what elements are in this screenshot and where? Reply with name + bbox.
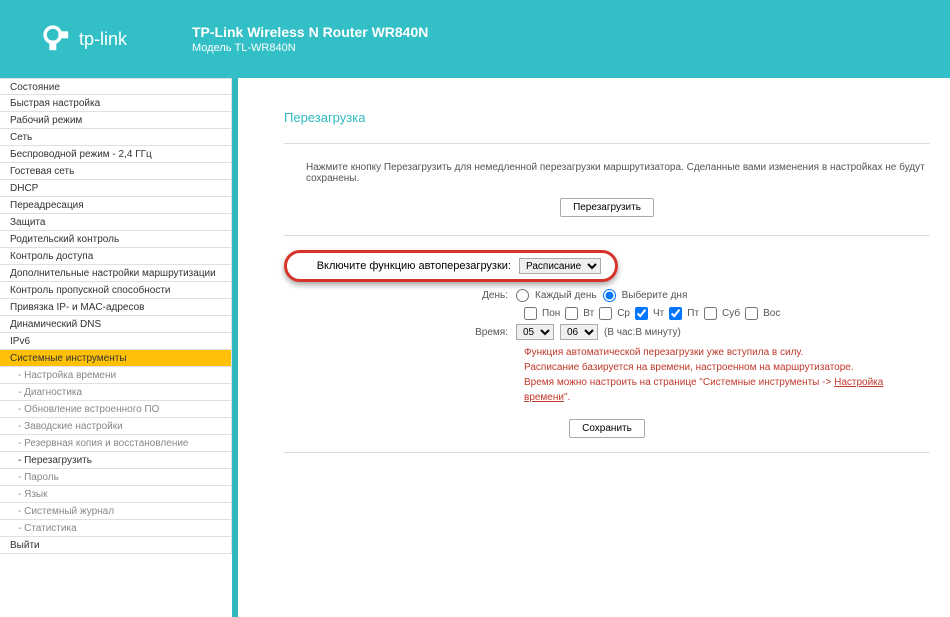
sidebar-item-status[interactable]: Состояние (0, 78, 232, 95)
day-tue-label: Вт (583, 308, 594, 319)
day-fri-checkbox[interactable] (669, 307, 682, 320)
day-select-label: Выберите дня (622, 290, 688, 301)
day-wed-checkbox[interactable] (599, 307, 612, 320)
product-title: TP-Link Wireless N Router WR840N (192, 24, 428, 40)
day-sun-checkbox[interactable] (745, 307, 758, 320)
day-everyday-radio[interactable] (516, 289, 529, 302)
autoreboot-mode-select[interactable]: Расписание (519, 258, 601, 274)
sidebar: Состояние Быстрая настройка Рабочий режи… (0, 78, 232, 617)
day-label: День: (284, 290, 516, 301)
sidebar-item-exit[interactable]: Выйти (0, 537, 232, 554)
sidebar-sub-stats[interactable]: - Статистика (0, 520, 232, 537)
sidebar-item-security[interactable]: Защита (0, 214, 232, 231)
sidebar-item-network[interactable]: Сеть (0, 129, 232, 146)
sidebar-sub-reboot[interactable]: - Перезагрузить (0, 452, 232, 469)
day-mon-label: Пон (542, 308, 560, 319)
sidebar-item-systemtools[interactable]: Системные инструменты (0, 350, 232, 367)
sidebar-item-forwarding[interactable]: Переадресация (0, 197, 232, 214)
brand-logo: tp-link (43, 25, 188, 53)
sidebar-item-ipmac[interactable]: Привязка IP- и MAC-адресов (0, 299, 232, 316)
divider (284, 452, 930, 453)
warn-line-3: Время можно настроить на странице "Систе… (524, 375, 930, 405)
sidebar-sub-language[interactable]: - Язык (0, 486, 232, 503)
time-hint: (В час:В минуту) (604, 327, 681, 338)
enable-autoreboot-label: Включите функцию автоперезагрузки: (297, 260, 519, 272)
sidebar-sub-factory[interactable]: - Заводские настройки (0, 418, 232, 435)
time-hour-select[interactable]: 05 (516, 324, 554, 340)
time-minute-select[interactable]: 06 (560, 324, 598, 340)
days-checkbox-row: Пон Вт Ср Чт Пт Суб Вос (524, 307, 930, 320)
sidebar-sub-password[interactable]: - Пароль (0, 469, 232, 486)
sidebar-item-routing[interactable]: Дополнительные настройки маршрутизации (0, 265, 232, 282)
sidebar-item-access[interactable]: Контроль доступа (0, 248, 232, 265)
sidebar-sub-diag[interactable]: - Диагностика (0, 384, 232, 401)
day-everyday-label: Каждый день (535, 290, 597, 301)
divider (284, 235, 930, 236)
product-model: Модель TL-WR840N (192, 42, 428, 54)
time-label: Время: (284, 327, 516, 338)
warn-line-1: Функция автоматической перезагрузки уже … (524, 345, 930, 360)
divider (284, 143, 930, 144)
sidebar-sub-firmware[interactable]: - Обновление встроенного ПО (0, 401, 232, 418)
day-tue-checkbox[interactable] (565, 307, 578, 320)
sidebar-item-guest[interactable]: Гостевая сеть (0, 163, 232, 180)
reboot-button[interactable]: Перезагрузить (560, 198, 654, 217)
main-content: Перезагрузка Нажмите кнопку Перезагрузит… (238, 78, 950, 617)
warning-text: Функция автоматической перезагрузки уже … (524, 345, 930, 405)
page-title: Перезагрузка (284, 110, 930, 125)
day-fri-label: Пт (687, 308, 699, 319)
sidebar-item-dhcp[interactable]: DHCP (0, 180, 232, 197)
day-sun-label: Вос (763, 308, 780, 319)
day-sat-checkbox[interactable] (704, 307, 717, 320)
sidebar-sub-backup[interactable]: - Резервная копия и восстановление (0, 435, 232, 452)
sidebar-item-bandwidth[interactable]: Контроль пропускной способности (0, 282, 232, 299)
day-select-radio[interactable] (603, 289, 616, 302)
header-title: TP-Link Wireless N Router WR840N Модель … (192, 24, 428, 54)
save-button[interactable]: Сохранить (569, 419, 645, 438)
sidebar-item-quicksetup[interactable]: Быстрая настройка (0, 95, 232, 112)
sidebar-sub-time[interactable]: - Настройка времени (0, 367, 232, 384)
day-thu-label: Чт (653, 308, 664, 319)
sidebar-item-wireless[interactable]: Беспроводной режим - 2,4 ГГц (0, 146, 232, 163)
sidebar-item-ipv6[interactable]: IPv6 (0, 333, 232, 350)
sidebar-item-parental[interactable]: Родительский контроль (0, 231, 232, 248)
brand-text: tp-link (79, 29, 127, 50)
tplink-logo-icon (43, 25, 71, 53)
highlight-annotation: Включите функцию автоперезагрузки: Распи… (284, 250, 618, 282)
day-mon-checkbox[interactable] (524, 307, 537, 320)
warn-line-2: Расписание базируется на времени, настро… (524, 360, 930, 375)
day-wed-label: Ср (617, 308, 630, 319)
day-thu-checkbox[interactable] (635, 307, 648, 320)
app-header: tp-link TP-Link Wireless N Router WR840N… (0, 0, 950, 78)
sidebar-item-ddns[interactable]: Динамический DNS (0, 316, 232, 333)
day-sat-label: Суб (722, 308, 740, 319)
sidebar-item-mode[interactable]: Рабочий режим (0, 112, 232, 129)
sidebar-sub-syslog[interactable]: - Системный журнал (0, 503, 232, 520)
info-text: Нажмите кнопку Перезагрузить для немедле… (306, 162, 930, 184)
